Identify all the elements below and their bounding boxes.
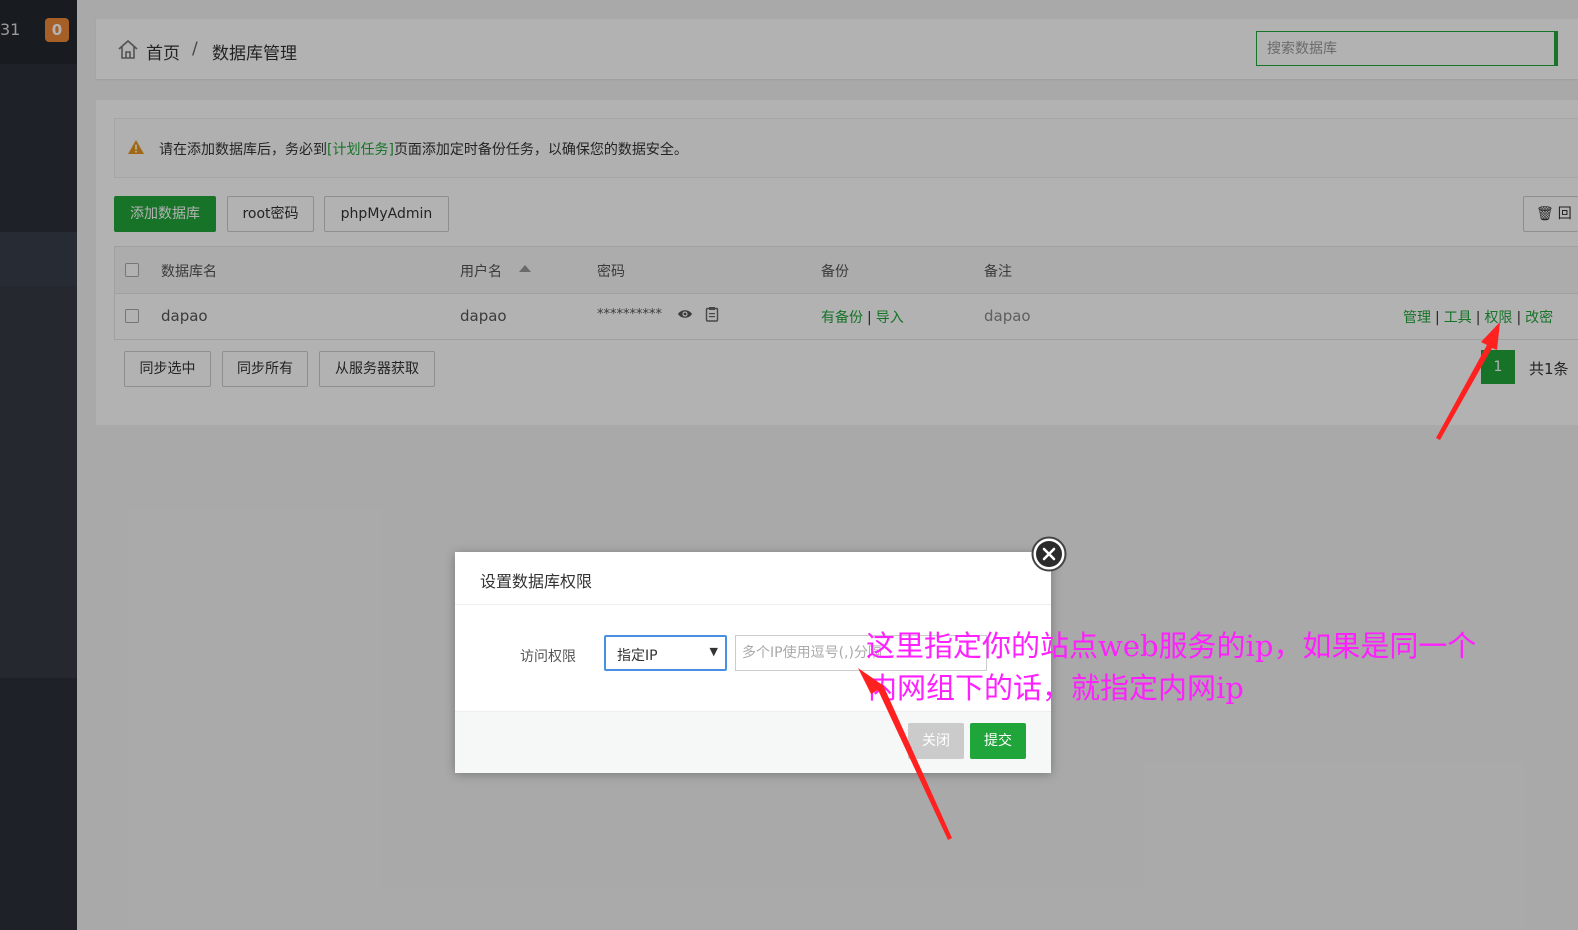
dialog-title: 设置数据库权限	[480, 572, 593, 591]
dialog-footer: 关闭 提交	[455, 711, 1051, 773]
chevron-down-icon: ▼	[709, 645, 718, 658]
annotation-text: 这里指定你的站点web服务的ip，如果是同一个 内网组下的话，就指定内网ip	[866, 625, 1556, 709]
close-icon[interactable]	[1031, 536, 1067, 572]
access-type-select[interactable]: 指定IP ▼	[604, 635, 727, 671]
annotation-line-2: 内网组下的话，就指定内网ip	[868, 671, 1244, 705]
select-value: 指定IP	[617, 648, 658, 664]
annotation-line-1: 这里指定你的站点web服务的ip，如果是同一个	[866, 629, 1477, 663]
modal-overlay[interactable]	[0, 0, 1578, 930]
access-permission-label: 访问权限	[520, 649, 576, 665]
close-button[interactable]: 关闭	[908, 723, 964, 759]
submit-button[interactable]: 提交	[970, 723, 1026, 759]
dialog-header: 设置数据库权限	[455, 552, 1051, 605]
